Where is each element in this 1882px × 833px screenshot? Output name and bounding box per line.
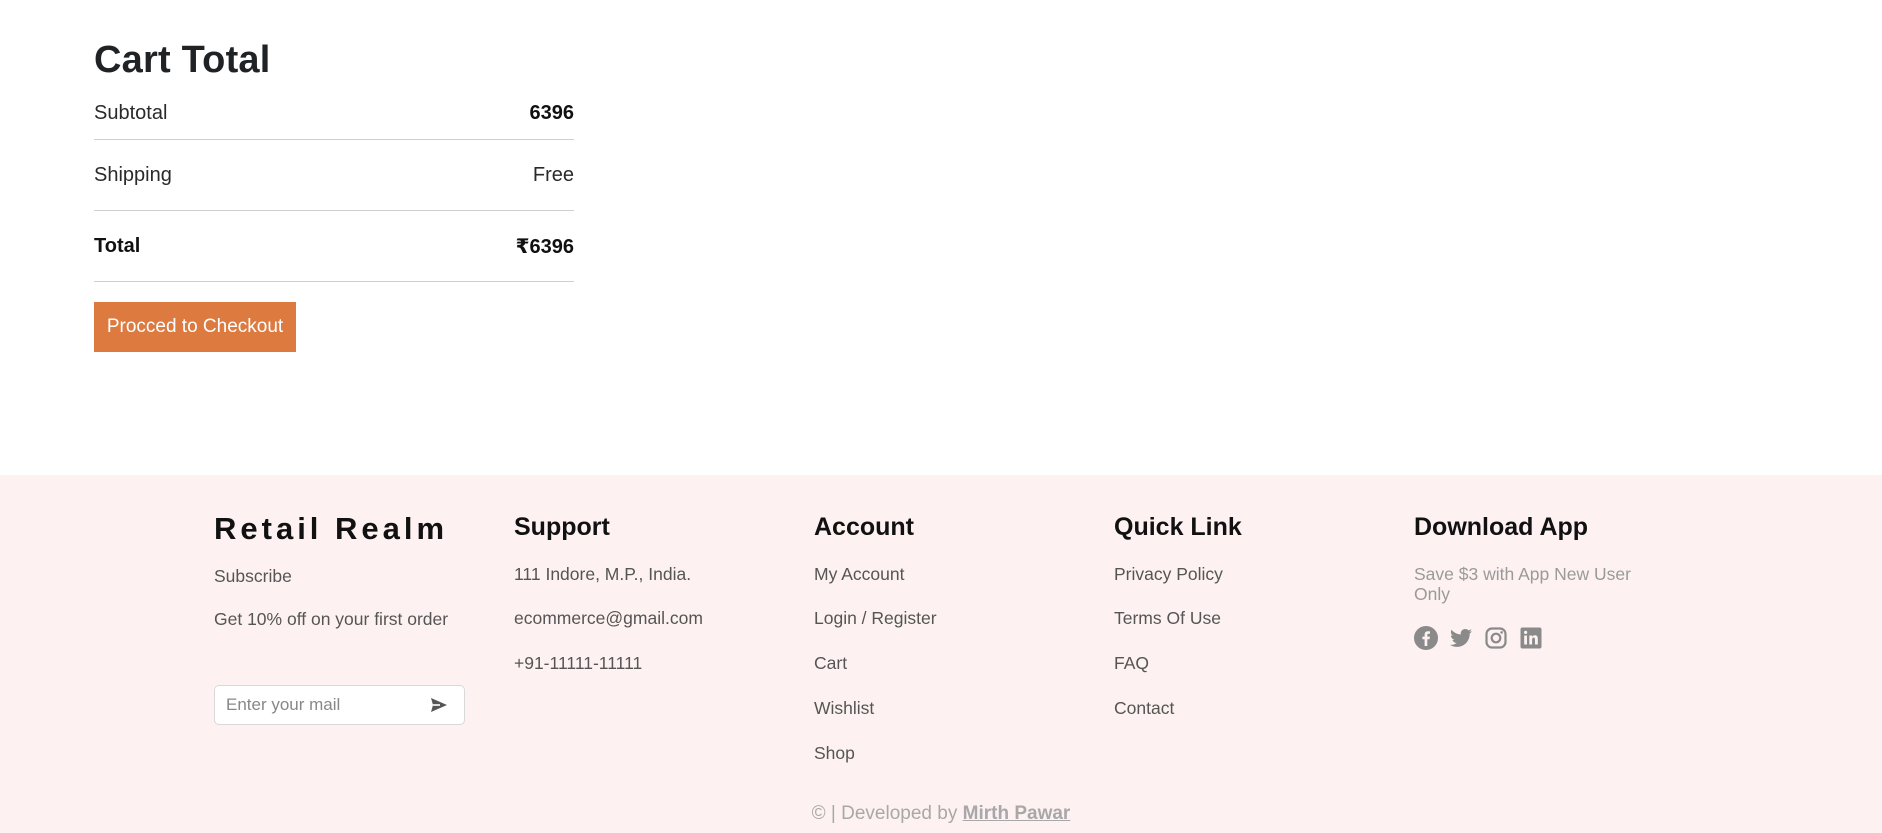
subtotal-value: 6396: [529, 102, 575, 124]
support-email-link[interactable]: ecommerce@gmail.com: [514, 608, 774, 628]
shipping-label: Shipping: [94, 163, 172, 186]
facebook-icon[interactable]: [1414, 626, 1438, 650]
footer-link-faq[interactable]: FAQ: [1114, 653, 1374, 673]
linkedin-icon[interactable]: [1519, 626, 1543, 650]
copyright-text: © | Developed by: [811, 803, 963, 824]
total-row: Total ₹6396: [94, 211, 574, 282]
send-icon[interactable]: [430, 697, 448, 713]
download-app-note: Save $3 with App New User Only: [1414, 564, 1631, 604]
subscribe-offer-text: Get 10% off on your first order: [214, 609, 449, 629]
email-input[interactable]: [226, 695, 416, 715]
social-links: [1414, 626, 1644, 650]
footer: Retail Realm Subscribe Get 10% off on yo…: [0, 475, 1882, 833]
support-title: Support: [514, 513, 610, 541]
footer-link-wishlist[interactable]: Wishlist: [814, 698, 1074, 718]
footer-link-shop[interactable]: Shop: [814, 743, 1074, 763]
footer-link-contact[interactable]: Contact: [1114, 698, 1374, 718]
support-phone-link[interactable]: +91-11111-11111: [514, 653, 774, 673]
subtotal-row: Subtotal 6396: [94, 92, 574, 140]
cart-total-title: Cart Total: [94, 39, 271, 81]
brand-logo-text[interactable]: Retail Realm: [214, 509, 474, 549]
shipping-value: Free: [532, 163, 574, 186]
subscribe-form: [214, 685, 465, 725]
twitter-icon[interactable]: [1449, 626, 1473, 650]
account-title: Account: [814, 513, 914, 541]
footer-link-login-register[interactable]: Login / Register: [814, 608, 1074, 628]
footer-account-column: Account My Account Login / Register Cart…: [814, 509, 1074, 763]
shipping-row: Shipping Free: [94, 140, 574, 211]
footer-link-my-account[interactable]: My Account: [814, 564, 1074, 584]
footer-support-column: Support 111 Indore, M.P., India. ecommer…: [514, 509, 774, 673]
quick-link-title: Quick Link: [1114, 513, 1242, 541]
footer-quick-link-column: Quick Link Privacy Policy Terms Of Use F…: [1114, 509, 1374, 718]
footer-download-column: Download App Save $3 with App New User O…: [1414, 509, 1644, 650]
footer-link-privacy-policy[interactable]: Privacy Policy: [1114, 564, 1374, 584]
developer-link[interactable]: Mirth Pawar: [963, 803, 1071, 824]
total-label: Total: [94, 234, 141, 257]
download-app-title: Download App: [1414, 513, 1589, 541]
instagram-icon[interactable]: [1484, 626, 1508, 650]
copyright: © | Developed by Mirth Pawar: [0, 803, 1882, 825]
subscribe-label: Subscribe: [214, 566, 292, 586]
footer-link-cart[interactable]: Cart: [814, 653, 1074, 673]
footer-link-terms-of-use[interactable]: Terms Of Use: [1114, 608, 1374, 628]
proceed-to-checkout-button[interactable]: Procced to Checkout: [94, 302, 296, 352]
footer-brand-column: Retail Realm Subscribe Get 10% off on yo…: [214, 509, 474, 725]
subtotal-label: Subtotal: [94, 102, 168, 124]
support-address: 111 Indore, M.P., India.: [514, 564, 692, 584]
cart-total-section: Cart Total Subtotal 6396 Shipping Free T…: [94, 36, 574, 352]
total-value: ₹6396: [515, 235, 574, 258]
